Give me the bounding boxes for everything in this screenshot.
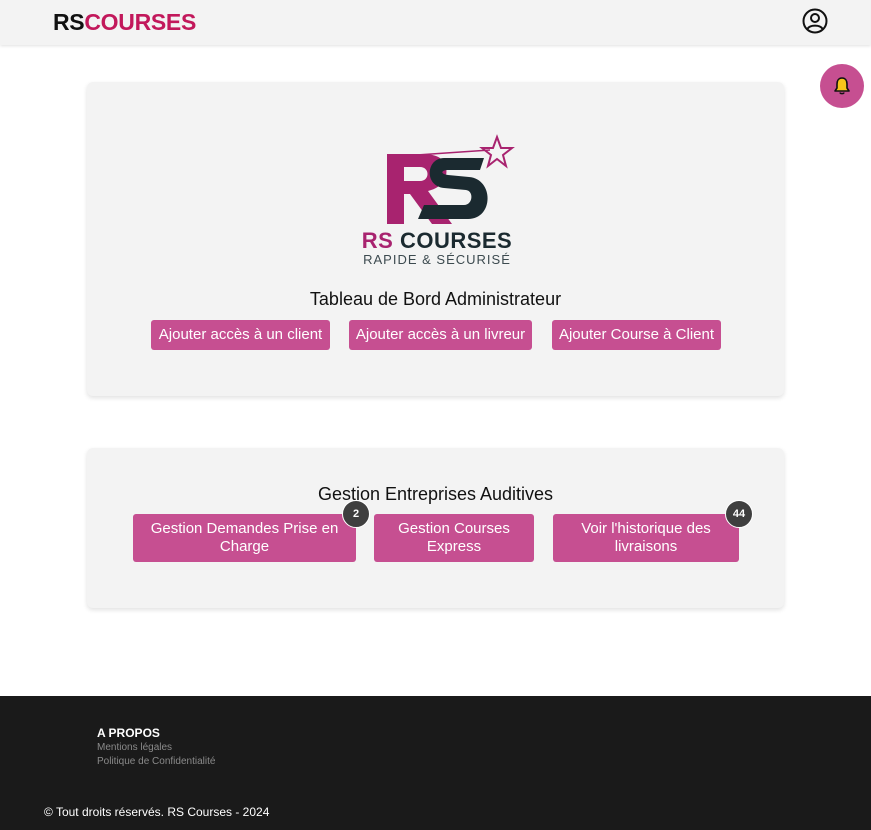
auditive-companies-card: Gestion Entreprises Auditives Gestion De… <box>87 448 784 608</box>
legal-notice-link[interactable]: Mentions légales <box>97 742 172 753</box>
top-navbar: RSCOURSES <box>0 0 871 45</box>
footer-about-heading: A PROPOS <box>97 726 160 740</box>
logo-word-courses: COURSES <box>399 228 513 253</box>
notification-bell-button[interactable] <box>820 64 864 108</box>
care-requests-count-badge: 2 <box>342 500 370 528</box>
admin-dashboard-card: RS COURSES RAPIDE & SÉCURISÉ Tableau de … <box>87 82 784 396</box>
copyright-text: © Tout droits réservés. RS Courses - 202… <box>44 805 270 819</box>
add-client-access-button[interactable]: Ajouter accès à un client <box>151 320 330 350</box>
page-footer: A PROPOS Mentions légales Politique de C… <box>0 696 871 830</box>
bell-icon <box>834 77 850 95</box>
manage-care-requests-button[interactable]: Gestion Demandes Prise en Charge <box>133 514 356 562</box>
privacy-policy-link[interactable]: Politique de Confidentialité <box>97 756 215 767</box>
delivery-history-button[interactable]: Voir l'historique des livraisons <box>553 514 739 562</box>
admin-dashboard-title: Tableau de Bord Administrateur <box>309 289 562 309</box>
manage-express-courses-button[interactable]: Gestion Courses Express <box>374 514 534 562</box>
add-courier-access-button[interactable]: Ajouter accès à un livreur <box>349 320 532 350</box>
brand-prefix: RS <box>53 9 85 35</box>
logo-wordmark: RS COURSES <box>355 228 519 254</box>
brand-suffix: COURSES <box>84 9 197 35</box>
auditive-companies-title: Gestion Entreprises Auditives <box>317 484 554 504</box>
brand-logo-text[interactable]: RSCOURSES <box>53 9 196 36</box>
delivery-history-count-badge: 44 <box>725 500 753 528</box>
user-circle-icon[interactable] <box>802 8 828 34</box>
logo-tagline: RAPIDE & SÉCURISÉ <box>363 252 511 267</box>
logo-word-rs: RS <box>361 228 394 253</box>
add-course-to-client-button[interactable]: Ajouter Course à Client <box>552 320 721 350</box>
